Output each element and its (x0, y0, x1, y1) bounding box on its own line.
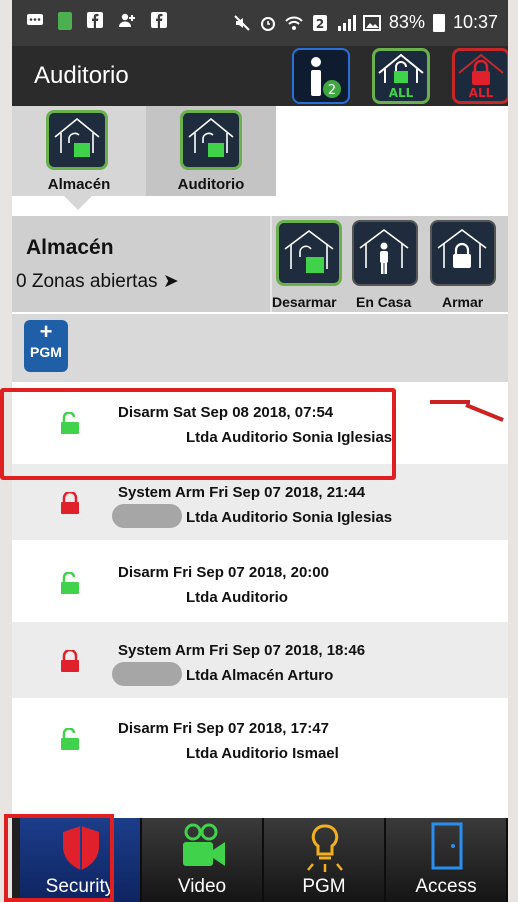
redacted-mark (112, 662, 182, 686)
partition-tab-label: Almacén (47, 176, 111, 193)
pgm-bar: + PGM (12, 314, 508, 382)
photo-icon (362, 14, 381, 32)
history-user: Ltda Auditorio Ismael (186, 745, 339, 762)
nav-label: PGM (302, 876, 346, 897)
security-highlight-box (4, 814, 114, 902)
facebook-icon (86, 12, 104, 30)
nav-label: Access (415, 876, 477, 897)
light-bulb-icon (307, 824, 343, 872)
info-button[interactable]: 2 (292, 48, 350, 104)
battery-percent: 83% (388, 12, 425, 32)
stay-home-label: En Casa (356, 294, 412, 310)
history-user: Ltda Auditorio (186, 589, 288, 606)
clock: 10:37 (452, 12, 498, 32)
partition-tab-auditorio[interactable]: Auditorio (146, 106, 276, 196)
signal-icon (337, 14, 356, 32)
video-camera-icon (183, 823, 225, 866)
lock-all-icon: ALL (458, 53, 504, 100)
arrow-icon: ➤ (162, 271, 179, 292)
house-unlocked-icon (284, 230, 334, 273)
unlocked-padlock-icon (61, 728, 79, 750)
annotation-line (430, 400, 470, 404)
wifi-icon (285, 14, 303, 32)
redacted-mark (112, 504, 182, 528)
house-unlocked-icon (46, 110, 108, 170)
sim-icon: 2 (311, 14, 329, 32)
partition-tabs: Almacén Auditorio (12, 106, 508, 216)
home-all-icon: ALL (378, 53, 424, 100)
door-icon (431, 822, 463, 870)
nav-pgm[interactable]: PGM (264, 818, 386, 902)
locked-padlock-icon (61, 492, 79, 514)
arm-button[interactable] (430, 220, 496, 286)
mute-icon (233, 14, 251, 32)
open-zones-count: 0 Zonas abiertas (16, 271, 158, 292)
history-user: Ltda Almacén Arturo (186, 667, 334, 684)
history-row[interactable]: Disarm Fri Sep 07 2018, 17:47 Ltda Audit… (12, 700, 508, 776)
disarm-label: Desarmar (272, 294, 337, 310)
svg-text:2: 2 (328, 83, 336, 98)
svg-text:ALL: ALL (389, 86, 414, 100)
partition-tab-almacen[interactable]: Almacén (12, 106, 146, 196)
app-lock-icon (58, 12, 72, 30)
status-bar: 2 83% 10:37 (12, 0, 508, 46)
chat-icon (26, 12, 44, 30)
locked-padlock-icon (61, 650, 79, 672)
page-title: Auditorio (34, 62, 129, 89)
tab-pointer (64, 196, 92, 210)
svg-text:ALL: ALL (469, 86, 494, 100)
house-unlocked-icon (180, 110, 242, 170)
partition-name: Almacén (26, 236, 114, 259)
add-pgm-button[interactable]: + PGM (24, 320, 68, 372)
facebook-icon-2 (150, 12, 168, 30)
alarm-icon (259, 14, 277, 32)
plus-icon: + (39, 319, 53, 344)
svg-text:2: 2 (316, 17, 324, 31)
battery-icon (432, 13, 445, 32)
nav-video[interactable]: Video (142, 818, 264, 902)
pgm-button-label: PGM (30, 344, 62, 360)
house-locked-icon (437, 229, 487, 268)
info-icon: 2 (311, 57, 341, 98)
open-zones-text: 0 Zonas abiertas ➤ (16, 270, 179, 293)
history-event: Disarm Fri Sep 07 2018, 20:00 (118, 564, 329, 581)
history-row[interactable]: System Arm Fri Sep 07 2018, 18:46 Ltda A… (12, 622, 508, 698)
arm-label: Armar (442, 294, 484, 310)
history-user: Ltda Auditorio Sonia Iglesias (186, 509, 393, 526)
partition-tab-label: Auditorio (177, 176, 245, 193)
nav-access[interactable]: Access (386, 818, 508, 902)
disarm-button[interactable] (276, 220, 342, 286)
history-event: System Arm Fri Sep 07 2018, 18:46 (118, 642, 366, 659)
app-bar: Auditorio 2 ALL ALL (12, 46, 508, 106)
unlocked-padlock-icon (61, 572, 79, 594)
history-event: Disarm Fri Sep 07 2018, 17:47 (118, 720, 329, 737)
person-home-icon (359, 229, 409, 274)
history-event: System Arm Fri Sep 07 2018, 21:44 (118, 484, 366, 501)
highlight-box (0, 388, 396, 480)
nav-label: Video (177, 876, 227, 897)
disarm-all-button[interactable]: ALL (372, 48, 430, 104)
arm-all-button[interactable]: ALL (452, 48, 508, 104)
add-contact-icon (118, 12, 136, 30)
stay-home-button[interactable] (352, 220, 418, 286)
history-row[interactable]: Disarm Fri Sep 07 2018, 20:00 Ltda Audit… (12, 544, 508, 620)
partition-summary: Almacén 0 Zonas abiertas ➤ Desarmar En C… (12, 216, 508, 312)
